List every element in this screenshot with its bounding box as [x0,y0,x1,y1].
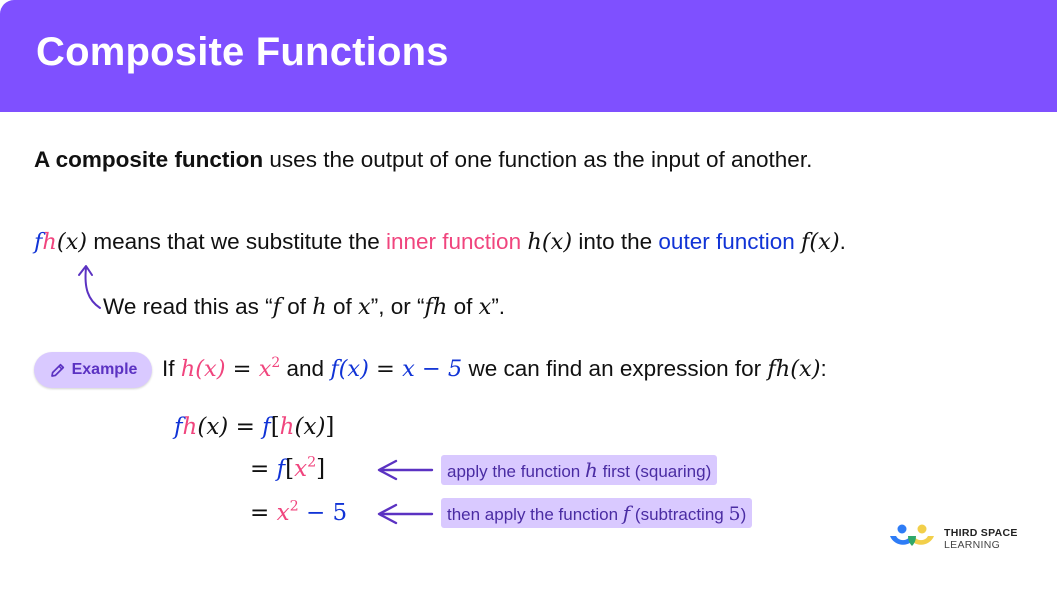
equals-sign: = [228,414,263,440]
annotation-text: first (squaring) [597,462,712,481]
example-text-and: and [280,356,331,381]
math-f-of-x: f(x) [801,229,840,255]
inner-function-label: inner function [386,229,522,254]
logo-text-line1: THIRD SPACE [944,527,1018,539]
logo-icon [890,524,934,546]
left-bracket: [ [270,414,280,440]
math-minus-5: − 5 [298,500,348,526]
working-line-2: = f[x2] [250,455,325,482]
annotation-text: (subtracting [630,505,729,524]
definition-rest: uses the output of one function as the i… [263,147,813,172]
math-x-minus-5: x − 5 [402,356,463,382]
exponent: 2 [289,498,299,515]
math-h: h [42,229,57,255]
definition-text: A composite function uses the output of … [34,147,812,173]
left-arrow-icon [377,459,434,481]
notation-text: fh(x) means that we substitute the inner… [34,229,846,255]
math-x-paren: (x) [56,229,88,255]
reading-text-4: ”, or “ [370,294,425,319]
reading-text-5: of [447,294,479,319]
example-statement: If h(x) = x2 and f(x) = x − 5 we can fin… [162,356,827,382]
notation-period: . [839,229,846,254]
third-space-learning-logo: THIRD SPACE LEARNING [888,524,1018,554]
math-h: h [584,458,598,482]
example-badge: Example [34,352,152,388]
math-5: 5 [728,503,741,525]
reading-text: We read this as “f of h of x”, or “fh of… [103,294,505,320]
math-h: h [279,414,295,440]
exponent: 2 [307,454,317,471]
annotation-apply-h: apply the function h first (squaring) [441,455,718,485]
notation-text-2: into the [572,229,659,254]
reading-text-1: We read this as “ [103,294,273,319]
math-x: x [358,294,371,320]
math-x: x [276,500,290,526]
math-f: f [174,414,183,440]
math-h-of-x: h(x) [527,229,573,255]
outer-function-label: outer function [658,229,795,254]
working-line-3: = x2 − 5 [250,499,347,526]
annotation-apply-f: then apply the function f (subtracting 5… [441,498,753,528]
math-h: h [312,294,327,320]
math-x: x [294,456,308,482]
left-arrow-icon [377,503,434,525]
logo-text-line2: LEARNING [944,539,1001,551]
header-banner: Composite Functions [0,0,1057,112]
example-text-end: we can find an expression for [462,356,768,381]
definition-term: A composite function [34,147,264,172]
math-f: f [262,414,271,440]
math-f-of-x: f(x) [330,356,369,382]
math-x: x [478,294,492,320]
notation-text-1: means that we substitute the [87,229,386,254]
math-fh: fh [424,294,448,320]
example-badge-label: Example [71,361,138,378]
right-bracket: ] [325,414,335,440]
math-x-paren: (x) [197,414,229,440]
working-line-1: fh(x) = f[h(x)] [174,413,334,440]
math-f: f [276,456,286,482]
equals-sign: = [225,356,259,382]
reading-text-2: of [280,294,313,319]
pencil-icon [50,363,64,377]
math-f: f [272,294,281,320]
annotation-text: ) [740,505,747,524]
annotation-text: apply the function [447,462,585,481]
colon: : [820,356,827,381]
equals-sign: = [250,500,277,526]
reading-text-6: ”. [491,294,506,319]
math-h: h [182,414,198,440]
equals-sign: = [250,456,277,482]
page-title: Composite Functions [36,30,449,74]
math-h-of-x: h(x) [180,356,226,382]
example-text-if: If [162,356,181,381]
math-x-paren: (x) [294,414,326,440]
annotation-text: then apply the function [447,505,623,524]
math-x: x [258,356,272,382]
math-fh-of-x: fh(x) [767,356,821,382]
reading-text-3: of [326,294,359,319]
equals-sign: = [368,356,403,382]
right-bracket: ] [316,456,326,482]
left-bracket: [ [285,456,295,482]
exponent: 2 [271,354,281,371]
